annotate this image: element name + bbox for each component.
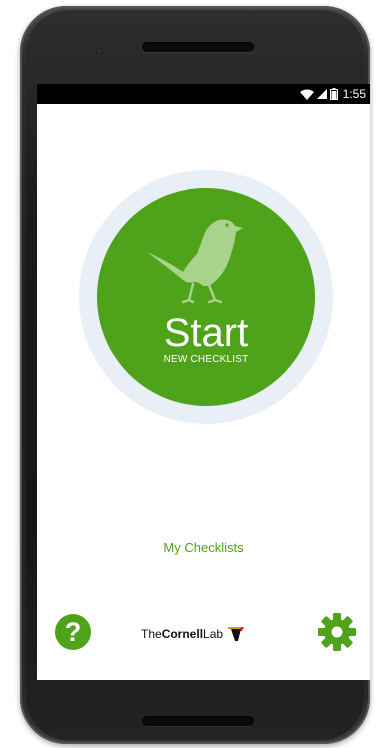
gear-icon[interactable] — [317, 612, 357, 652]
new-checklist-label: NEW CHECKLIST — [163, 354, 249, 365]
cornell-bird-icon — [228, 627, 245, 641]
start-new-checklist-button[interactable]: Start NEW CHECKLIST — [97, 188, 315, 406]
help-icon[interactable]: ? — [55, 614, 91, 650]
wifi-icon — [299, 89, 314, 100]
device-frame: 1:55 Start NEW CHECKLIST My Checklists ?… — [0, 0, 376, 748]
top-speaker — [142, 42, 254, 52]
signal-icon — [316, 89, 327, 99]
app-screen: 1:55 Start NEW CHECKLIST My Checklists ?… — [37, 84, 370, 680]
front-camera — [96, 48, 102, 54]
cornell-lab-logo: The Cornell Lab — [141, 623, 246, 645]
logo-prefix: The — [141, 627, 162, 641]
status-time: 1:55 — [342, 87, 366, 101]
my-checklists-link[interactable]: My Checklists — [37, 540, 370, 555]
status-bar: 1:55 — [37, 84, 370, 104]
battery-icon — [329, 88, 338, 100]
bottom-speaker — [142, 716, 254, 726]
logo-suffix: Lab — [203, 627, 224, 641]
start-label: Start — [163, 311, 249, 355]
bird-icon — [147, 219, 243, 304]
logo-bold: Cornell — [161, 627, 204, 641]
